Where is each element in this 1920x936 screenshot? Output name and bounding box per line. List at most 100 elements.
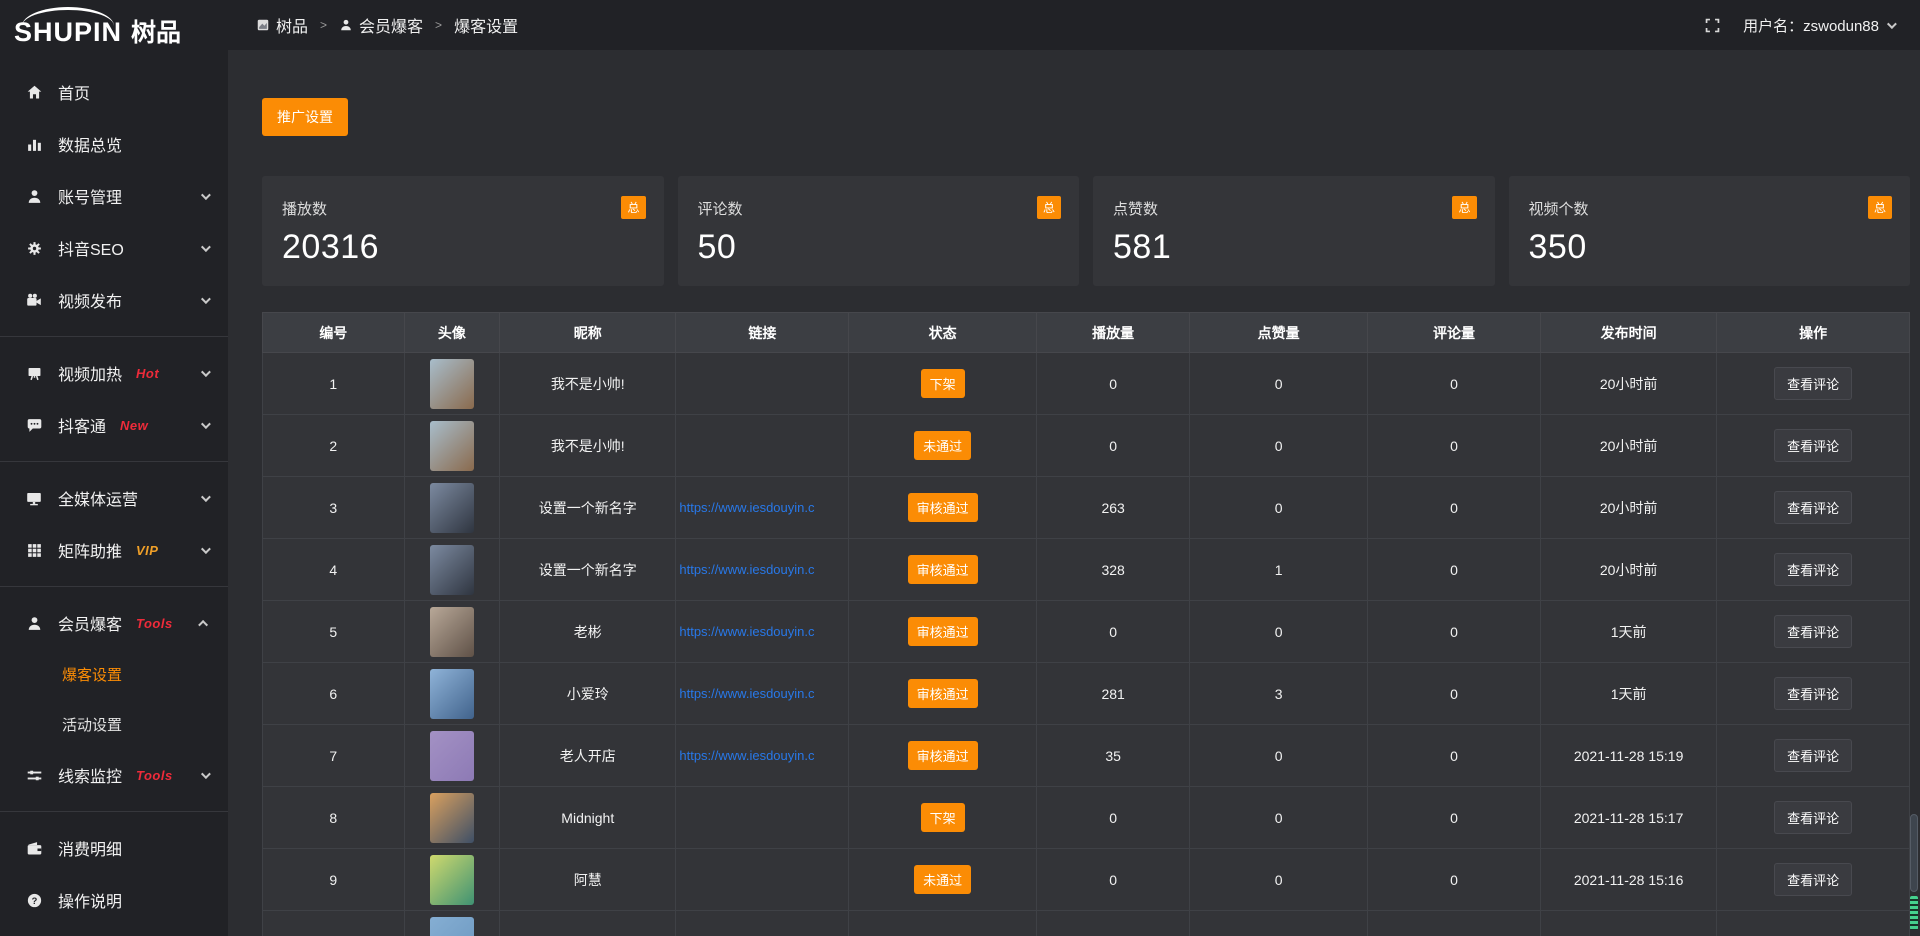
stat-card-label: 评论数 (698, 198, 1060, 219)
cell-status: 下架 (849, 787, 1037, 849)
sidebar-item[interactable]: 账号管理 (0, 170, 228, 222)
gear-icon (24, 239, 44, 257)
chevron-down-icon (201, 766, 208, 784)
chart-icon (24, 135, 44, 153)
stat-card-total-badge: 总 (1037, 196, 1061, 219)
cell-time: 2021-11-28 15:19 (1541, 725, 1717, 787)
main-content: 推广设置 播放数20316总评论数50总点赞数581总视频个数350总 编号头像… (228, 50, 1920, 936)
help-icon: ? (24, 891, 44, 909)
cell-status: 审核通过 (849, 725, 1037, 787)
cell-comments: 0 (1368, 849, 1541, 911)
cell-nickname (500, 911, 676, 936)
stat-card-value: 581 (1113, 228, 1475, 267)
cell-status: 下架 (849, 353, 1037, 415)
video-link[interactable]: https://www.iesdouyin.c (676, 686, 848, 701)
stat-card-total-badge: 总 (1452, 196, 1476, 219)
promo-settings-button[interactable]: 推广设置 (262, 98, 348, 136)
avatar (430, 855, 474, 905)
cell-status: 审核通过 (849, 663, 1037, 725)
sidebar-subitem[interactable]: 活动设置 (0, 699, 228, 749)
sidebar-item[interactable]: 矩阵助推VIP (0, 524, 228, 576)
brand-logo[interactable]: SHUPIN 树品 (0, 0, 228, 52)
cell-nickname: 我不是小帅! (500, 415, 676, 477)
board-icon (24, 364, 44, 382)
sidebar-item[interactable]: 抖音SEO (0, 222, 228, 274)
cell-action: 查看评论 (1717, 663, 1910, 725)
table-header-cell: 链接 (676, 313, 849, 353)
status-badge[interactable]: 审核通过 (908, 617, 978, 646)
sidebar-item[interactable]: 视频发布 (0, 274, 228, 326)
sidebar-item[interactable]: ?操作说明 (0, 874, 228, 926)
breadcrumb-item[interactable]: 树品 (256, 13, 308, 37)
cell-time: 20小时前 (1541, 477, 1717, 539)
video-link[interactable]: https://www.iesdouyin.c (676, 500, 848, 515)
cell-link (676, 911, 849, 936)
status-badge[interactable]: 未通过 (914, 431, 971, 460)
table-header-cell: 发布时间 (1541, 313, 1717, 353)
comment-icon (24, 416, 44, 434)
sidebar-item[interactable]: 全媒体运营 (0, 472, 228, 524)
table-row: 3设置一个新名字https://www.iesdouyin.c审核通过26300… (263, 477, 1910, 539)
view-comments-button[interactable]: 查看评论 (1774, 801, 1852, 834)
cell-comments: 0 (1368, 787, 1541, 849)
cell-nickname: 老彬 (500, 601, 676, 663)
video-link[interactable]: https://www.iesdouyin.c (676, 624, 848, 639)
status-badge[interactable]: 审核通过 (908, 555, 978, 584)
stat-card-label: 点赞数 (1113, 198, 1475, 219)
view-comments-button[interactable]: 查看评论 (1774, 615, 1852, 648)
status-badge[interactable]: 未通过 (914, 865, 971, 894)
sidebar-item[interactable]: 抖客通New (0, 399, 228, 451)
view-comments-button[interactable]: 查看评论 (1774, 739, 1852, 772)
fullscreen-icon[interactable] (1704, 17, 1721, 34)
user-menu[interactable]: 用户名：zswodun88 (1743, 15, 1894, 36)
chevron-down-icon (1887, 19, 1897, 29)
sidebar-item[interactable]: 数据总览 (0, 118, 228, 170)
cell-id: 7 (263, 725, 405, 787)
scrollbar-thumb[interactable] (1910, 814, 1918, 892)
view-comments-button[interactable]: 查看评论 (1774, 677, 1852, 710)
status-badge[interactable]: 审核通过 (908, 493, 978, 522)
cell-status: 未通过 (849, 415, 1037, 477)
cell-time: 2021-11-28 15:17 (1541, 787, 1717, 849)
table-header-cell: 播放量 (1037, 313, 1190, 353)
video-link[interactable]: https://www.iesdouyin.c (676, 562, 848, 577)
sidebar-item[interactable]: 消费明细 (0, 822, 228, 874)
view-comments-button[interactable]: 查看评论 (1774, 367, 1852, 400)
cell-avatar (404, 725, 500, 787)
view-comments-button[interactable]: 查看评论 (1774, 553, 1852, 586)
status-badge[interactable]: 下架 (921, 803, 965, 832)
sidebar-divider (0, 811, 228, 812)
sidebar-item[interactable]: 会员爆客Tools (0, 597, 228, 649)
cell-time (1541, 911, 1717, 936)
sidebar-item[interactable]: 线索监控Tools (0, 749, 228, 801)
table-row: 5老彬https://www.iesdouyin.c审核通过0001天前查看评论 (263, 601, 1910, 663)
sidebar-item[interactable]: 首页 (0, 66, 228, 118)
video-link[interactable]: https://www.iesdouyin.c (676, 748, 848, 763)
cell-link (676, 849, 849, 911)
breadcrumb-item[interactable]: 会员爆客 (339, 13, 423, 37)
cell-action: 查看评论 (1717, 477, 1910, 539)
status-badge[interactable]: 审核通过 (908, 679, 978, 708)
sidebar-subitem[interactable]: 爆客设置 (0, 649, 228, 699)
avatar (430, 483, 474, 533)
view-comments-button[interactable]: 查看评论 (1774, 491, 1852, 524)
member-icon (24, 614, 44, 632)
status-badge[interactable]: 下架 (921, 369, 965, 398)
status-badge[interactable]: 审核通过 (908, 741, 978, 770)
cell-plays: 0 (1037, 787, 1190, 849)
table-row (263, 911, 1910, 936)
cell-avatar (404, 353, 500, 415)
sidebar-divider (0, 461, 228, 462)
cell-nickname: 设置一个新名字 (500, 477, 676, 539)
cell-action: 查看评论 (1717, 849, 1910, 911)
sidebar-item[interactable]: 视频加热Hot (0, 347, 228, 399)
sidebar-item-label: 抖客通 (58, 413, 106, 437)
table-row: 4设置一个新名字https://www.iesdouyin.c审核通过32810… (263, 539, 1910, 601)
cell-plays: 35 (1037, 725, 1190, 787)
cell-id: 1 (263, 353, 405, 415)
stat-card: 评论数50总 (678, 176, 1080, 286)
stat-card: 视频个数350总 (1509, 176, 1911, 286)
view-comments-button[interactable]: 查看评论 (1774, 863, 1852, 896)
view-comments-button[interactable]: 查看评论 (1774, 429, 1852, 462)
cell-plays: 328 (1037, 539, 1190, 601)
